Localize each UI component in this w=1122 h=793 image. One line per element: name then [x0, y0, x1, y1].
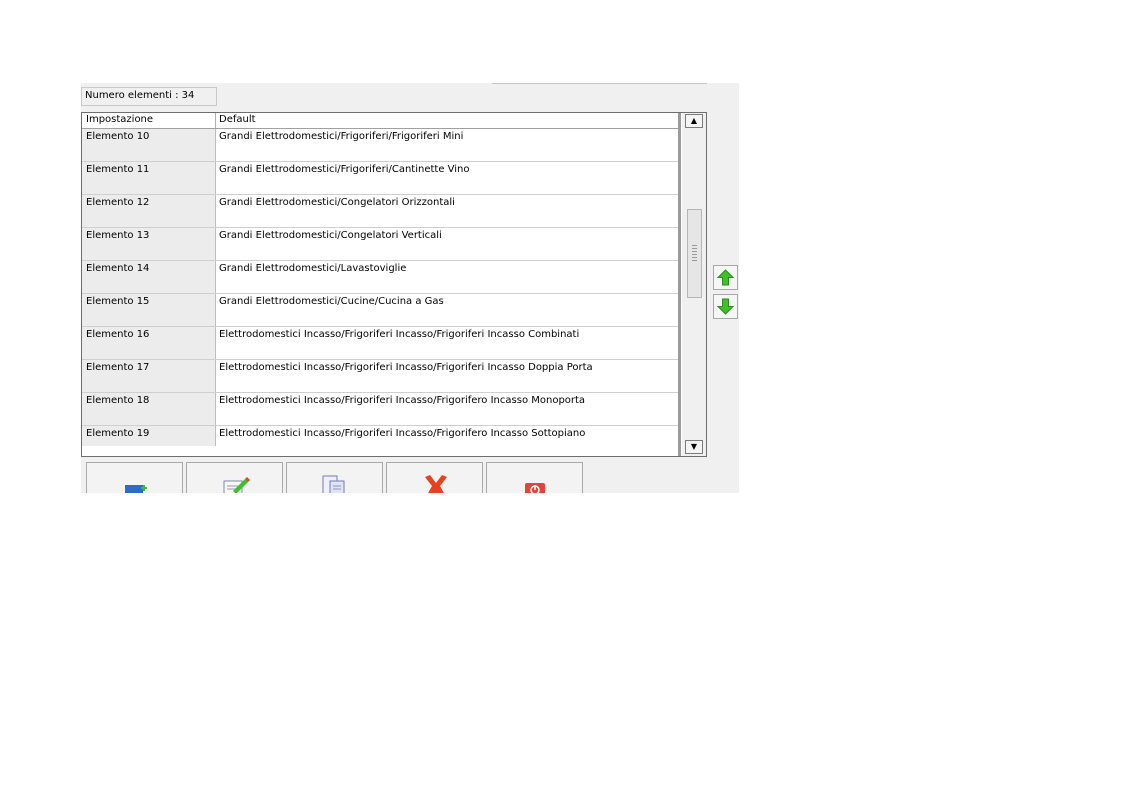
- scroll-thumb[interactable]: [687, 209, 702, 298]
- copy-button[interactable]: [286, 462, 383, 493]
- row-default-value[interactable]: Elettrodomestici Incasso/Frigoriferi Inc…: [219, 329, 579, 340]
- element-count: Numero elementi : 34: [81, 87, 217, 106]
- row-default-value[interactable]: Elettrodomestici Incasso/Frigoriferi Inc…: [219, 428, 585, 439]
- row-default-value[interactable]: Grandi Elettrodomestici/Congelatori Oriz…: [219, 197, 455, 208]
- grip-icon: [692, 245, 697, 263]
- toolbar: [86, 462, 586, 493]
- row-setting-name[interactable]: Elemento 14: [82, 261, 216, 293]
- divider: [492, 83, 707, 84]
- row-default-value[interactable]: Elettrodomestici Incasso/Frigoriferi Inc…: [219, 395, 585, 406]
- table-row[interactable]: Elemento 14 Grandi Elettrodomestici/Lavas…: [82, 261, 679, 294]
- table-row[interactable]: Elemento 10 Grandi Elettrodomestici/Frigo…: [82, 129, 679, 162]
- row-default-value[interactable]: Grandi Elettrodomestici/Frigoriferi/Frig…: [219, 131, 463, 142]
- row-default-value[interactable]: Grandi Elettrodomestici/Congelatori Vert…: [219, 230, 442, 241]
- add-document-icon: [125, 485, 147, 493]
- table-row[interactable]: Elemento 12 Grandi Elettrodomestici/Conge…: [82, 195, 679, 228]
- table-row[interactable]: Elemento 13 Grandi Elettrodomestici/Conge…: [82, 228, 679, 261]
- table-row[interactable]: Elemento 19 Elettrodomestici Incasso/Frig…: [82, 426, 679, 446]
- column-separator[interactable]: [215, 113, 216, 128]
- grid-edge: [678, 113, 681, 456]
- move-down-button[interactable]: [713, 294, 738, 319]
- copy-document-icon: [322, 475, 345, 493]
- row-setting-name[interactable]: Elemento 18: [82, 393, 216, 425]
- row-setting-name[interactable]: Elemento 19: [82, 426, 216, 446]
- row-setting-name[interactable]: Elemento 13: [82, 228, 216, 260]
- scroll-up-button[interactable]: ▲: [685, 114, 703, 128]
- exit-button[interactable]: [486, 462, 583, 493]
- scroll-down-button[interactable]: ▼: [685, 440, 703, 454]
- table-row[interactable]: Elemento 15 Grandi Elettrodomestici/Cucin…: [82, 294, 679, 327]
- add-button[interactable]: [86, 462, 183, 493]
- row-default-value[interactable]: Grandi Elettrodomestici/Lavastoviglie: [219, 263, 406, 274]
- move-up-button[interactable]: [713, 265, 738, 290]
- row-setting-name[interactable]: Elemento 17: [82, 360, 216, 392]
- row-setting-name[interactable]: Elemento 11: [82, 162, 216, 194]
- row-default-value[interactable]: Grandi Elettrodomestici/Cucine/Cucina a …: [219, 296, 444, 307]
- table-row[interactable]: Elemento 18 Elettrodomestici Incasso/Frig…: [82, 393, 679, 426]
- row-default-value[interactable]: Grandi Elettrodomestici/Frigoriferi/Cant…: [219, 164, 470, 175]
- delete-x-icon: [425, 475, 447, 493]
- green-arrow-down-icon: [717, 298, 734, 315]
- row-setting-name[interactable]: Elemento 15: [82, 294, 216, 326]
- column-header-default[interactable]: Default: [219, 114, 256, 125]
- vertical-scrollbar[interactable]: ▲ ▼: [682, 113, 706, 456]
- row-default-value[interactable]: Elettrodomestici Incasso/Frigoriferi Inc…: [219, 362, 593, 373]
- row-setting-name[interactable]: Elemento 16: [82, 327, 216, 359]
- table-row[interactable]: Elemento 17 Elettrodomestici Incasso/Frig…: [82, 360, 679, 393]
- green-arrow-up-icon: [717, 269, 734, 286]
- row-setting-name[interactable]: Elemento 10: [82, 129, 216, 161]
- edit-button[interactable]: [186, 462, 283, 493]
- edit-document-icon: [223, 477, 250, 493]
- table-row[interactable]: Elemento 11 Grandi Elettrodomestici/Frigo…: [82, 162, 679, 195]
- column-header-impostazione[interactable]: Impostazione: [86, 114, 153, 125]
- power-exit-icon: [525, 483, 545, 493]
- settings-grid[interactable]: Impostazione Default Elemento 10 Grandi E…: [81, 112, 707, 457]
- delete-button[interactable]: [386, 462, 483, 493]
- grid-rows: Elemento 10 Grandi Elettrodomestici/Frigo…: [82, 129, 679, 446]
- table-row[interactable]: Elemento 16 Elettrodomestici Incasso/Frig…: [82, 327, 679, 360]
- grid-header: Impostazione Default: [82, 113, 679, 129]
- row-setting-name[interactable]: Elemento 12: [82, 195, 216, 227]
